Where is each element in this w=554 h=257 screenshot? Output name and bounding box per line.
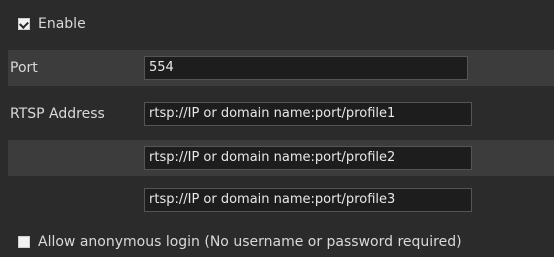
port-row: Port 554 xyxy=(8,50,554,86)
port-input[interactable]: 554 xyxy=(144,56,468,80)
rtsp-address-row-1: RTSP Address rtsp://IP or domain name:po… xyxy=(8,96,554,132)
anonymous-login-row: Allow anonymous login (No username or pa… xyxy=(8,228,554,257)
rtsp-address-row-3: rtsp://IP or domain name:port/profile3 xyxy=(8,182,554,218)
rtsp-address-field-1[interactable]: rtsp://IP or domain name:port/profile1 xyxy=(144,102,472,126)
rtsp-address-field-2[interactable]: rtsp://IP or domain name:port/profile2 xyxy=(144,146,472,170)
rtsp-address-row-2: rtsp://IP or domain name:port/profile2 xyxy=(8,140,554,176)
rtsp-address-label: RTSP Address xyxy=(10,106,105,122)
rtsp-address-field-3[interactable]: rtsp://IP or domain name:port/profile3 xyxy=(144,188,472,212)
anonymous-login-checkbox[interactable] xyxy=(18,236,30,248)
enable-row: Enable xyxy=(8,6,554,42)
anonymous-login-label: Allow anonymous login (No username or pa… xyxy=(38,234,462,250)
port-label: Port xyxy=(10,60,38,76)
enable-label: Enable xyxy=(38,16,86,32)
enable-checkbox[interactable] xyxy=(18,18,30,30)
